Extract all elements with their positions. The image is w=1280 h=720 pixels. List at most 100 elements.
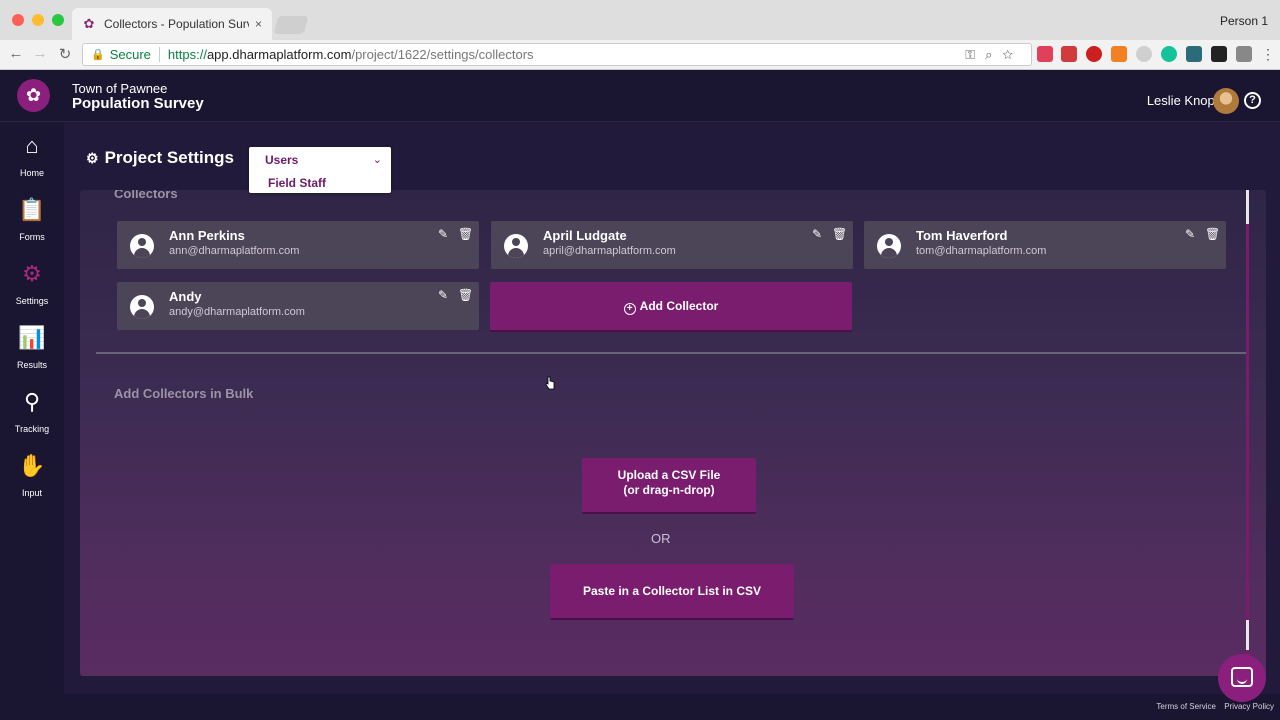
gear-icon: ⚙	[86, 149, 99, 166]
extension-icon[interactable]	[1037, 46, 1053, 62]
sidebar-item-settings[interactable]: ⚙ Settings	[0, 260, 64, 306]
sidebar-item-label: Settings	[15, 296, 49, 306]
collector-name: Andy	[169, 289, 202, 304]
scrollbar-thumb[interactable]	[1246, 620, 1249, 650]
extension-icon[interactable]	[1136, 46, 1152, 62]
footer: Terms of Service Privacy Policy	[64, 694, 1280, 720]
bar-chart-icon: 📊	[18, 325, 46, 350]
tab-close-icon[interactable]: ×	[255, 17, 262, 31]
trash-icon[interactable]: 🗑	[458, 227, 473, 241]
sidebar-item-label: Home	[19, 168, 44, 178]
close-window-button[interactable]	[12, 14, 24, 26]
sidebar-item-tracking[interactable]: ⚲ Tracking	[0, 388, 64, 434]
upload-csv-button[interactable]: Upload a CSV File (or drag-n-drop)	[582, 458, 756, 514]
user-icon	[504, 234, 528, 258]
extension-icon[interactable]	[1111, 46, 1127, 62]
hand-icon: ✋	[18, 453, 46, 478]
collector-email: tom@dharmaplatform.com	[916, 245, 1047, 257]
collector-card: Ann Perkins ann@dharmaplatform.com ✎ 🗑	[117, 221, 479, 269]
extension-icon[interactable]	[1186, 46, 1202, 62]
collector-name: Tom Haverford	[916, 228, 1008, 243]
add-collector-label: Add Collector	[639, 299, 719, 313]
scrollbar-thumb[interactable]	[1246, 190, 1249, 224]
collectors-section-title: Collectors	[114, 190, 178, 201]
dropdown-option-field-staff[interactable]: Field Staff	[268, 176, 326, 190]
sidebar-item-label: Forms	[19, 232, 45, 242]
main-content: ⚙ Project Settings Users ⌄ Field Staff C…	[64, 122, 1280, 694]
paste-csv-button[interactable]: Paste in a Collector List in CSV	[550, 564, 794, 620]
edit-icon[interactable]: ✎	[438, 227, 448, 241]
browser-menu-icon[interactable]: ⋮	[1260, 46, 1276, 62]
sidebar-item-results[interactable]: 📊 Results	[0, 324, 64, 370]
upload-label: Upload a CSV File	[617, 468, 721, 482]
gear-icon: ⚙	[22, 261, 42, 286]
collector-name: Ann Perkins	[169, 228, 245, 243]
new-tab-button[interactable]	[273, 16, 309, 34]
plus-circle-icon: +	[623, 303, 636, 315]
browser-tab[interactable]: ✿ Collectors - Population Survey ×	[72, 8, 272, 40]
divider	[96, 352, 1247, 354]
browser-profile[interactable]: Person 1	[1220, 14, 1268, 28]
tab-title: Collectors - Population Survey	[104, 17, 249, 31]
page-title-text: Project Settings	[104, 148, 234, 167]
or-separator: OR	[651, 531, 671, 546]
trash-icon[interactable]: 🗑	[1205, 227, 1220, 241]
edit-icon[interactable]: ✎	[438, 288, 448, 302]
extension-icon[interactable]	[1161, 46, 1177, 62]
forward-icon[interactable]: →	[30, 45, 50, 62]
home-icon: ⌂	[25, 133, 39, 158]
page-title: ⚙ Project Settings	[86, 148, 234, 168]
address-bar[interactable]: 🔒 Secure https:// app.dharmaplatform.com…	[82, 43, 1032, 66]
hand-cursor-icon	[545, 376, 555, 390]
sidebar-item-home[interactable]: ⌂ Home	[0, 132, 64, 178]
extension-icon[interactable]	[1211, 46, 1227, 62]
footer-links: Terms of Service Privacy Policy	[1150, 702, 1274, 711]
collectors-panel: Collectors Ann Perkins ann@dharmaplatfor…	[80, 190, 1266, 676]
sidebar: ⌂ Home 📋 Forms ⚙ Settings 📊 Results ⚲ Tr…	[0, 122, 64, 720]
person-pin-icon: ⚲	[23, 389, 41, 414]
extension-icon[interactable]	[1061, 46, 1077, 62]
privacy-link[interactable]: Privacy Policy	[1224, 702, 1274, 711]
url-path: /project/1622/settings/collectors	[351, 47, 534, 62]
org-name: Town of Pawnee	[72, 81, 168, 96]
reload-icon[interactable]: ↻	[55, 45, 75, 63]
scrollbar[interactable]	[1246, 190, 1249, 676]
edit-icon[interactable]: ✎	[812, 227, 822, 241]
lock-icon: 🔒	[91, 49, 105, 61]
minimize-window-button[interactable]	[32, 14, 44, 26]
omnibox-icons[interactable]: ⚿⌕☆	[965, 47, 1023, 63]
trash-icon[interactable]: 🗑	[458, 288, 473, 302]
terms-link[interactable]: Terms of Service	[1156, 702, 1216, 711]
extension-icon[interactable]	[1236, 46, 1252, 62]
extension-icon[interactable]	[1086, 46, 1102, 62]
sidebar-item-forms[interactable]: 📋 Forms	[0, 196, 64, 242]
clipboard-icon: 📋	[18, 197, 46, 222]
add-collector-button[interactable]: + Add Collector	[490, 282, 852, 332]
sidebar-item-label: Results	[16, 360, 47, 370]
maximize-window-button[interactable]	[52, 14, 64, 26]
dharma-logo-icon[interactable]: ✿	[17, 79, 50, 112]
avatar[interactable]	[1213, 88, 1239, 114]
browser-titlebar: ✿ Collectors - Population Survey × Perso…	[0, 0, 1280, 40]
trash-icon[interactable]: 🗑	[832, 227, 847, 241]
help-icon[interactable]: ?	[1244, 92, 1261, 109]
user-name[interactable]: Leslie Knope	[1147, 93, 1222, 108]
collector-email: ann@dharmaplatform.com	[169, 245, 300, 257]
user-icon	[130, 295, 154, 319]
settings-dropdown[interactable]: Users ⌄ Field Staff	[249, 147, 391, 193]
bulk-section-title: Add Collectors in Bulk	[114, 386, 254, 401]
url-scheme: https://	[167, 47, 207, 62]
chevron-down-icon[interactable]: ⌄	[373, 153, 382, 166]
upload-sublabel: (or drag-n-drop)	[623, 483, 715, 497]
edit-icon[interactable]: ✎	[1185, 227, 1195, 241]
collector-card: Andy andy@dharmaplatform.com ✎ 🗑	[117, 282, 479, 330]
user-icon	[130, 234, 154, 258]
sidebar-item-input[interactable]: ✋ Input	[0, 452, 64, 498]
collector-card: April Ludgate april@dharmaplatform.com ✎…	[491, 221, 853, 269]
dharma-favicon-icon: ✿	[83, 16, 95, 31]
app-header: ✿ Town of Pawnee Population Survey Lesli…	[0, 70, 1280, 122]
chat-launcher-button[interactable]	[1218, 654, 1266, 702]
back-icon[interactable]: ←	[6, 45, 26, 62]
dropdown-selected[interactable]: Users	[265, 153, 298, 167]
collector-email: andy@dharmaplatform.com	[169, 306, 305, 318]
